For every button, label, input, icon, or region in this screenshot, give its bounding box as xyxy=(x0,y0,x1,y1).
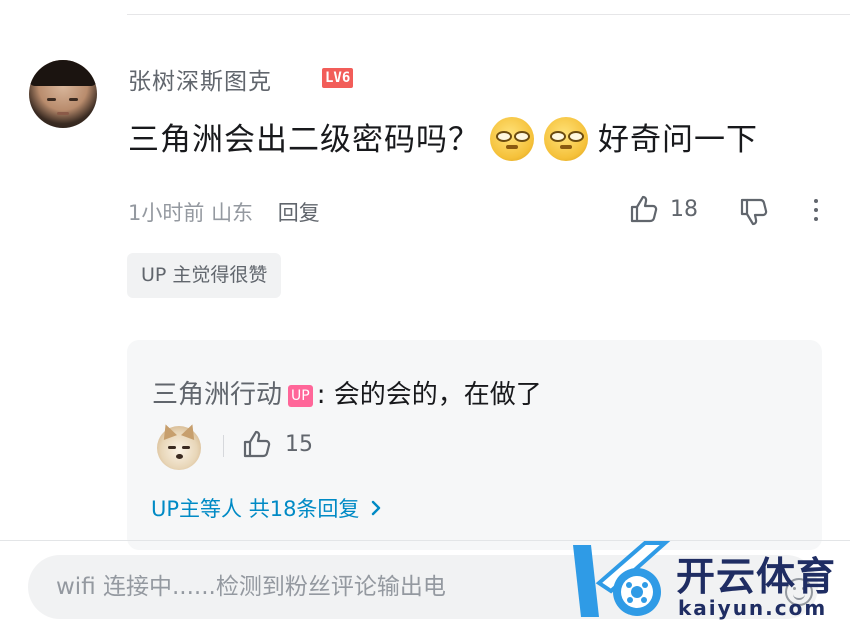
dislike-button[interactable] xyxy=(738,196,770,232)
thumbs-up-icon xyxy=(243,430,271,458)
comment-location: 山东 xyxy=(211,201,254,225)
up-liked-tag: UP 主觉得很赞 xyxy=(127,253,282,298)
up-badge: UP xyxy=(288,385,313,407)
thumbs-down-icon xyxy=(740,198,768,226)
input-divider xyxy=(0,540,850,541)
username[interactable]: 张树深斯图克 xyxy=(128,62,272,96)
thumbs-up-icon xyxy=(630,195,658,223)
watermark-domain: kaiyun.com xyxy=(678,596,828,620)
comment-text-part1: 三角洲会出二级密码吗？ xyxy=(128,122,480,158)
emoji-icon xyxy=(490,116,534,161)
watermark-logo-icon xyxy=(573,541,671,617)
watermark-name: 开云体育 xyxy=(676,555,837,600)
reply-button[interactable]: 回复 xyxy=(278,201,320,225)
more-icon[interactable] xyxy=(806,196,826,226)
view-replies-label: UP主等人 共18条回复 xyxy=(151,497,360,521)
like-button[interactable]: 18 xyxy=(628,193,698,225)
chevron-right-icon xyxy=(372,500,381,516)
reply-text: : 会的会的，在做了 xyxy=(316,380,542,410)
reply-like-button[interactable]: 15 xyxy=(241,428,313,460)
comment-text: 三角洲会出二级密码吗？ 好奇问一下 xyxy=(128,114,758,164)
comment-text-part2: 好奇问一下 xyxy=(598,122,758,158)
like-count: 18 xyxy=(670,196,698,222)
reply-text-line: 三角洲行动 UP: 会的会的，在做了 xyxy=(152,374,542,411)
dog-avatar-icon xyxy=(157,422,201,470)
comment-meta: 1小时前 山东 回复 xyxy=(128,197,320,227)
emoji-icon xyxy=(544,116,588,161)
avatar[interactable] xyxy=(29,60,97,128)
reply-like-count: 15 xyxy=(285,431,313,457)
reply-preview[interactable]: 三角洲行动 UP: 会的会的，在做了 15 UP主等人 共18条回复 xyxy=(127,340,822,550)
level-badge: LV6 xyxy=(322,68,354,88)
reply-author[interactable]: 三角洲行动 xyxy=(152,380,282,410)
comment-time: 1小时前 xyxy=(128,201,205,225)
view-replies-link[interactable]: UP主等人 共18条回复 xyxy=(151,493,383,523)
separator xyxy=(223,435,224,457)
top-divider xyxy=(127,14,850,15)
